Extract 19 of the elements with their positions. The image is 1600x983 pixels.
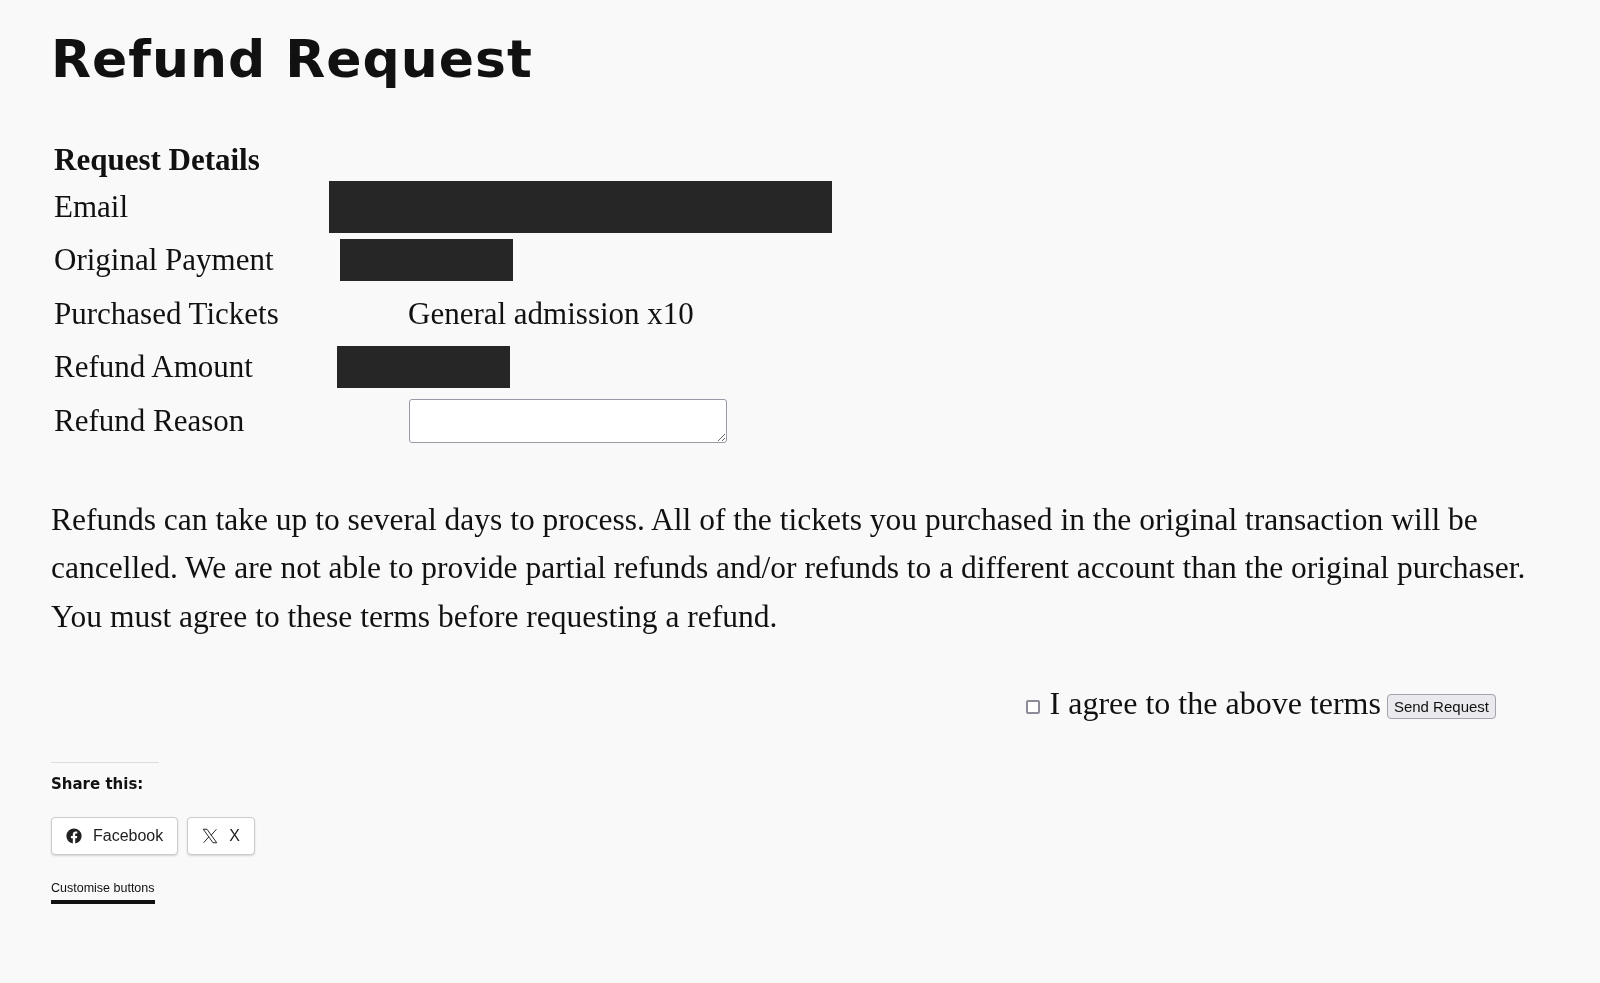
field-label: Refund Amount xyxy=(54,349,254,386)
customise-buttons-link[interactable]: Customise buttons xyxy=(51,881,155,904)
field-label: Refund Reason xyxy=(54,402,246,439)
section-heading: Request Details xyxy=(54,141,260,179)
reason-field[interactable] xyxy=(409,398,727,443)
share-button[interactable]: X xyxy=(187,817,255,855)
field-label: Original Payment xyxy=(54,242,275,279)
send-request-button[interactable]: Send Request xyxy=(1386,694,1496,719)
agree-checkbox[interactable] xyxy=(1025,699,1040,714)
field-value: General admission x10 xyxy=(408,295,694,332)
share-heading: Share this: xyxy=(51,775,144,793)
x-logo-icon xyxy=(201,827,220,845)
facebook-icon xyxy=(65,827,83,845)
share-button[interactable]: Facebook xyxy=(51,817,179,855)
field-label: Purchased Tickets xyxy=(54,295,280,332)
checkbox-label: I agree to the above terms xyxy=(1049,685,1381,722)
terms-text: Refunds can take up to several days to process. All of the tickets you purchased in the original transaction will be cancelled. We are not able to provide partial refunds and/or refunds to a different account than the original purchaser. You must agree to these terms before requesting a refund. xyxy=(51,500,1527,636)
page-title: Refund Request xyxy=(51,28,534,91)
field-label: Email xyxy=(54,188,130,225)
